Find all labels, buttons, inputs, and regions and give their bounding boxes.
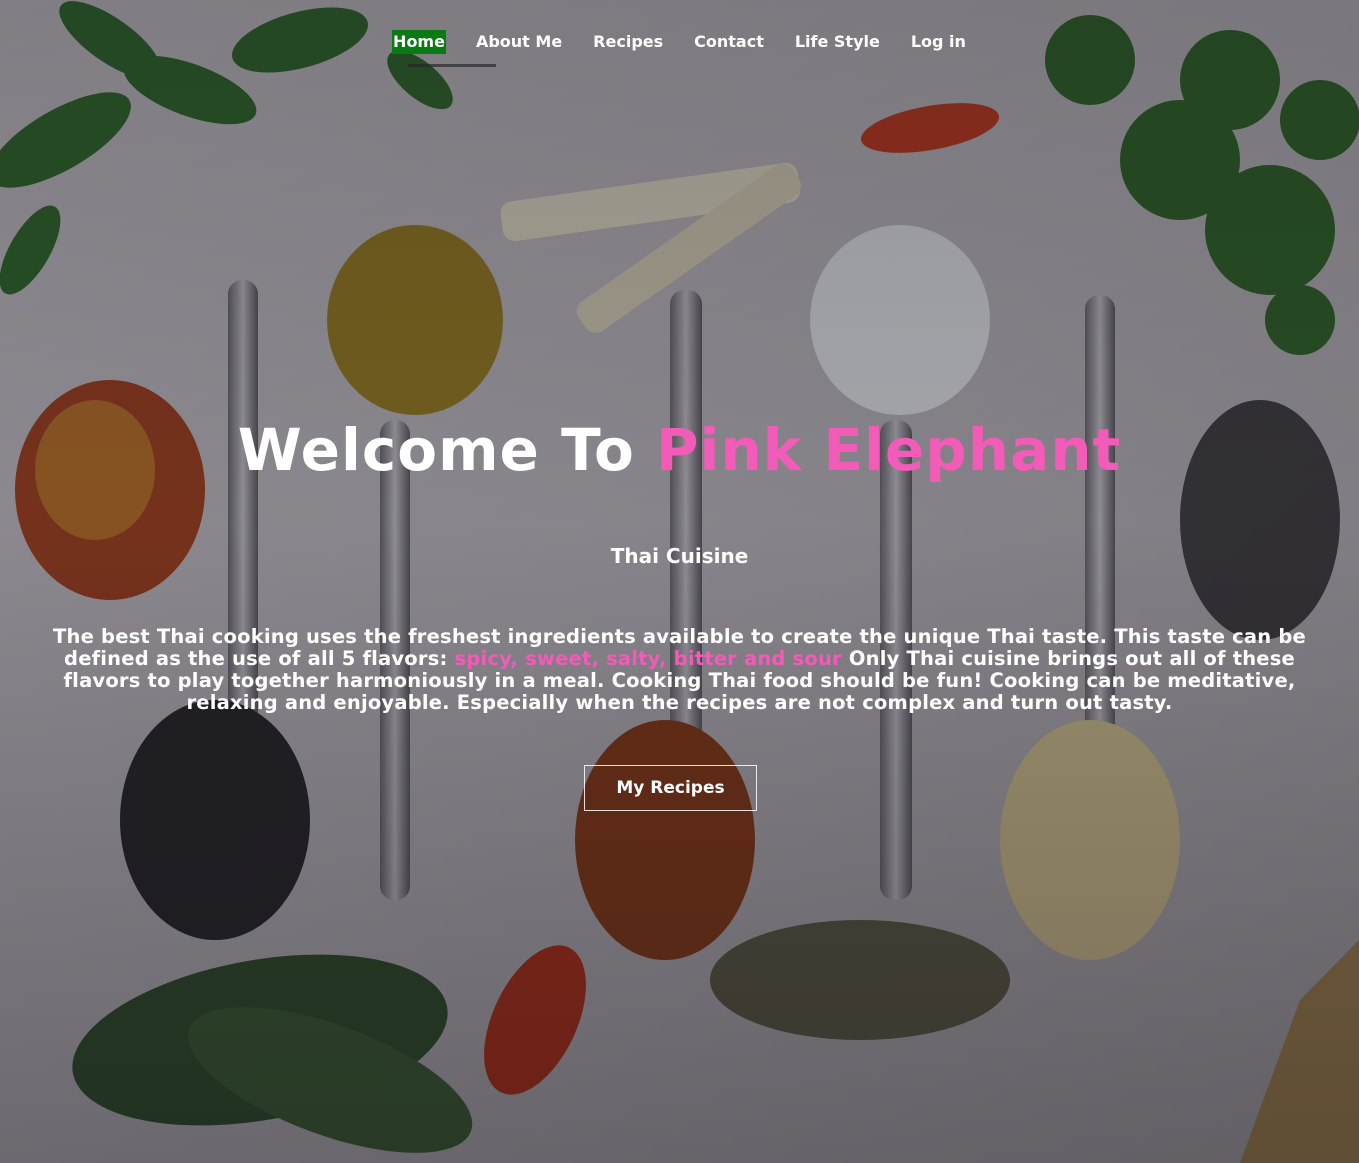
nav-item-about-me[interactable]: About Me xyxy=(475,30,563,54)
title-prefix: Welcome To xyxy=(237,416,656,484)
brand-name: Pink Elephant xyxy=(655,416,1122,484)
intro-flavors-highlight: spicy, sweet, salty, bitter and sour xyxy=(454,647,842,670)
nav-item-recipes[interactable]: Recipes xyxy=(592,30,664,54)
nav-item-log-in[interactable]: Log in xyxy=(910,30,967,54)
nav-active-underline xyxy=(408,64,496,67)
intro-paragraph: The best Thai cooking uses the freshest … xyxy=(52,626,1307,714)
nav-item-home[interactable]: Home xyxy=(392,30,446,54)
nav-item-contact[interactable]: Contact xyxy=(693,30,765,54)
my-recipes-button[interactable]: My Recipes xyxy=(584,765,757,811)
dark-overlay xyxy=(0,0,1359,1163)
page-subtitle: Thai Cuisine xyxy=(610,544,749,568)
page-title: Welcome To Pink Elephant xyxy=(0,412,1359,488)
main-nav: Home About Me Recipes Contact Life Style… xyxy=(0,30,1359,54)
nav-item-life-style[interactable]: Life Style xyxy=(794,30,881,54)
